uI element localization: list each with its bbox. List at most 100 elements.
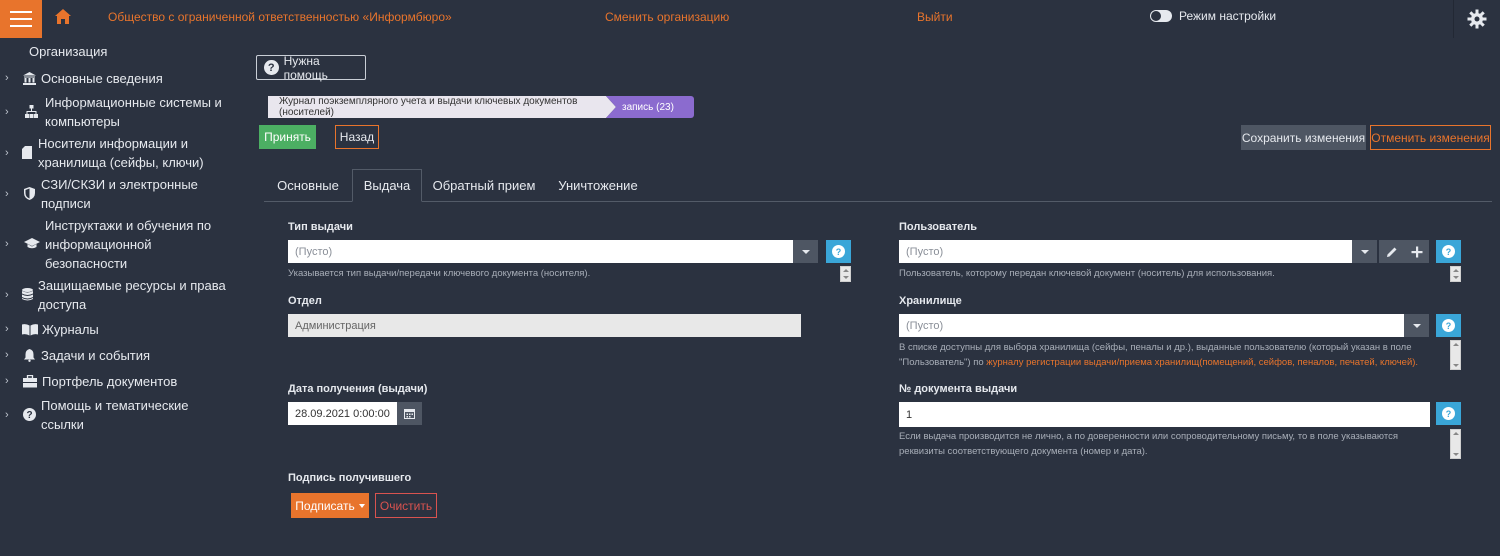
home-icon[interactable] <box>54 8 72 26</box>
hamburger-line <box>10 11 32 13</box>
chevron-right-icon: › <box>5 72 9 84</box>
sidebar-item-storage-media[interactable]: › Носители информации и хранилища (сейфы… <box>0 134 234 172</box>
storage-hint-line: В списке доступны для выбора хранилища (… <box>899 342 1412 353</box>
scrollbar[interactable] <box>1450 429 1461 459</box>
sidebar-item-label: компьютеры <box>45 114 120 129</box>
settings-button[interactable] <box>1453 0 1500 38</box>
sidebar-item-help-links[interactable]: › ? Помощь и тематические ссылки <box>0 396 234 434</box>
accept-button[interactable]: Принять <box>259 125 316 149</box>
svg-text:?: ? <box>26 410 32 421</box>
sidebar-item-protected-resources[interactable]: › Защищаемые ресурсы и права доступа <box>0 276 234 314</box>
receive-date-label: Дата получения (выдачи) <box>288 383 428 395</box>
sign-button[interactable]: Подписать <box>291 493 369 518</box>
organization-link[interactable]: Общество с ограниченной ответственностью… <box>108 10 452 24</box>
gear-icon <box>1467 9 1487 29</box>
graduation-cap-icon <box>24 238 40 249</box>
storage-label: Хранилище <box>899 295 962 307</box>
save-changes-button[interactable]: Сохранить изменения <box>1241 125 1366 150</box>
sidebar-item-label: Помощь и тематические <box>41 398 189 413</box>
storage-hint-line: "Пользователь") по журналу регистрации в… <box>899 355 1444 370</box>
tab-destruction[interactable]: Уничтожение <box>546 169 650 202</box>
setup-mode-toggle[interactable] <box>1150 10 1172 22</box>
add-user-button[interactable] <box>1404 240 1429 263</box>
storage-help-button[interactable]: ? <box>1436 314 1461 337</box>
chevron-right-icon: › <box>5 323 9 335</box>
sd-card-icon <box>22 146 32 159</box>
doc-number-input[interactable]: 1 <box>899 402 1430 427</box>
chevron-down-icon[interactable] <box>793 240 818 263</box>
user-label: Пользователь <box>899 221 978 233</box>
chevron-right-icon: › <box>5 349 9 361</box>
issue-type-help-button[interactable]: ? <box>826 240 851 263</box>
sidebar: Организация › Основные сведения › Информ… <box>0 38 234 556</box>
issue-type-select[interactable]: (Пусто) <box>288 240 793 263</box>
tab-basic[interactable]: Основные <box>264 169 352 202</box>
sidebar-item-label: информационной <box>45 237 152 252</box>
receive-date-input[interactable]: 28.09.2021 0:00:00 <box>288 402 397 425</box>
chevron-down-icon[interactable] <box>1404 314 1429 337</box>
cancel-changes-button[interactable]: Отменить изменения <box>1370 125 1491 150</box>
sidebar-item-info-systems[interactable]: › Информационные системы и компьютеры <box>0 93 234 131</box>
menu-toggle-button[interactable] <box>0 0 42 38</box>
tab-return[interactable]: Обратный прием <box>422 169 546 202</box>
doc-number-hint-line: Если выдача производится не лично, а по … <box>899 431 1398 442</box>
sidebar-item-basic-info[interactable]: › Основные сведения <box>0 69 234 88</box>
sidebar-item-journals[interactable]: › Журналы <box>0 320 234 339</box>
chevron-right-icon: › <box>5 238 9 250</box>
sidebar-item-security-tools[interactable]: › СЗИ/СКЗИ и электронные подписи <box>0 175 234 213</box>
sidebar-item-label: Защищаемые ресурсы и права <box>38 278 226 293</box>
question-circle-icon: ? <box>1442 245 1455 258</box>
setup-mode-label: Режим настройки <box>1179 9 1277 23</box>
breadcrumb-record: запись (23) <box>606 96 694 118</box>
tab-bar: Основные Выдача Обратный прием Уничтожен… <box>264 169 1492 202</box>
logout-link[interactable]: Выйти <box>917 10 953 24</box>
issue-type-hint: Указывается тип выдачи/передачи ключевог… <box>288 268 591 279</box>
question-circle-icon: ? <box>23 408 36 421</box>
change-organization-link[interactable]: Сменить организацию <box>605 10 729 24</box>
sidebar-title: Организация <box>29 44 108 59</box>
breadcrumb-journal[interactable]: Журнал поэкземплярного учета и выдачи кл… <box>268 96 616 118</box>
top-bar: Общество с ограниченной ответственностью… <box>0 0 1500 38</box>
question-circle-icon: ? <box>1442 319 1455 332</box>
sidebar-item-label: ссылки <box>41 417 84 432</box>
sidebar-item-label: СЗИ/СКЗИ и электронные <box>41 177 198 192</box>
need-help-label: Нужна помощь <box>283 53 328 82</box>
hamburger-line <box>10 25 32 27</box>
sidebar-item-label: Портфель документов <box>42 374 178 389</box>
sidebar-item-label: Журналы <box>42 322 99 337</box>
sidebar-item-label: доступа <box>38 297 87 312</box>
sign-button-label: Подписать <box>295 498 355 513</box>
edit-user-button[interactable] <box>1379 240 1404 263</box>
chevron-right-icon: › <box>5 375 9 387</box>
user-help-button[interactable]: ? <box>1436 240 1461 263</box>
storage-select[interactable]: (Пусто) <box>899 314 1404 337</box>
doc-number-label: № документа выдачи <box>899 383 1018 395</box>
shield-icon <box>24 187 35 200</box>
storage-journal-link[interactable]: журналу регистрации выдачи/приема хранил… <box>986 357 1418 368</box>
back-button[interactable]: Назад <box>335 125 379 149</box>
sidebar-item-label: хранилища (сейфы, ключи) <box>38 155 204 170</box>
issue-type-label: Тип выдачи <box>288 221 353 233</box>
chevron-down-icon[interactable] <box>1352 240 1377 263</box>
calendar-button[interactable] <box>397 402 422 425</box>
need-help-button[interactable]: ? Нужна помощь <box>256 53 366 82</box>
scrollbar[interactable] <box>1450 340 1461 370</box>
sidebar-item-label: Информационные системы и <box>45 95 222 110</box>
doc-number-hint: Если выдача производится не лично, а по … <box>899 429 1444 459</box>
tab-issue[interactable]: Выдача <box>352 169 422 202</box>
clear-button[interactable]: Очистить <box>375 493 437 518</box>
briefcase-icon <box>23 375 37 388</box>
scrollbar[interactable] <box>1450 266 1461 282</box>
scrollbar[interactable] <box>840 266 851 282</box>
user-hint: Пользователь, которому передан ключевой … <box>899 268 1275 279</box>
network-icon <box>25 105 38 118</box>
sidebar-item-training[interactable]: › Инструктажи и обучения по информационн… <box>0 216 234 273</box>
doc-number-help-button[interactable]: ? <box>1436 402 1461 425</box>
sidebar-item-documents[interactable]: › Портфель документов <box>0 372 234 391</box>
chevron-right-icon: › <box>5 289 9 301</box>
user-select[interactable]: (Пусто) <box>899 240 1355 263</box>
chevron-right-icon: › <box>5 188 9 200</box>
department-label: Отдел <box>288 295 322 307</box>
sidebar-item-tasks-events[interactable]: › Задачи и события <box>0 346 234 365</box>
question-circle-icon: ? <box>832 245 845 258</box>
